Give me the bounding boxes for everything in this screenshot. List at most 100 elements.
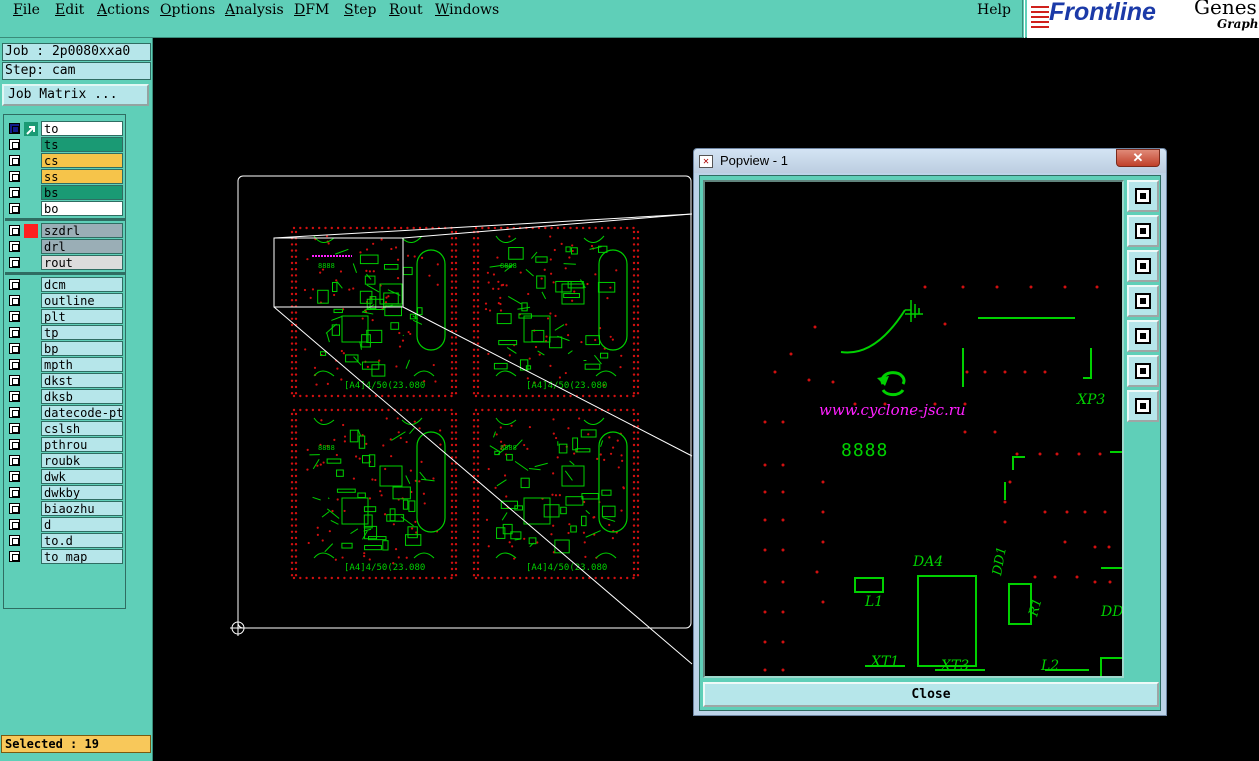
- work-layer-arrow-icon: [24, 122, 38, 136]
- layer-checkbox[interactable]: [9, 423, 20, 434]
- menu-actions[interactable]: Actions: [97, 2, 150, 18]
- layer-checkbox[interactable]: [9, 551, 20, 562]
- board-counter-label: 8888: [318, 444, 335, 452]
- layer-row-szdrl[interactable]: szdrl: [6, 223, 124, 238]
- pan-left-icon[interactable]: [1127, 285, 1159, 317]
- layer-row-d[interactable]: d: [6, 517, 124, 532]
- layer-checkbox[interactable]: [9, 535, 20, 546]
- layer-row-dwkby[interactable]: dwkby: [6, 485, 124, 500]
- layer-checkbox[interactable]: [9, 257, 20, 268]
- layer-row-cslsh[interactable]: cslsh: [6, 421, 124, 436]
- layer-row-rout[interactable]: rout: [6, 255, 124, 270]
- close-button[interactable]: Close: [703, 682, 1159, 707]
- popview-titlebar[interactable]: ✕ Popview - 1 ✕: [694, 149, 1166, 173]
- layer-row-to.d[interactable]: to.d: [6, 533, 124, 548]
- board-label: [A4]4/50(23.080: [526, 563, 607, 573]
- layer-checkbox[interactable]: [9, 123, 20, 134]
- layer-checkbox[interactable]: [9, 311, 20, 322]
- layer-name: mpth: [41, 357, 123, 372]
- popview-window: ✕ Popview - 1 ✕ www.cyclone-jsc.ru 8888 XP…: [693, 148, 1167, 716]
- layer-row-plt[interactable]: plt: [6, 309, 124, 324]
- layer-row-datecode-pto[interactable]: datecode-pto: [6, 405, 124, 420]
- menu-dfm[interactable]: DFM: [294, 2, 329, 18]
- layer-name: biaozhu: [41, 501, 123, 516]
- menu-rout[interactable]: Rout: [389, 2, 423, 18]
- menu-edit[interactable]: Edit: [55, 2, 84, 18]
- layer-name: to: [41, 121, 123, 136]
- layer-checkbox[interactable]: [9, 375, 20, 386]
- window-close-icon[interactable]: ✕: [1116, 149, 1160, 167]
- menu-options[interactable]: Options: [160, 2, 215, 18]
- layer-checkbox[interactable]: [9, 139, 20, 150]
- window-app-icon: ✕: [699, 155, 713, 168]
- popview-zoom-view[interactable]: www.cyclone-jsc.ru 8888 XP3 DA4 DD1 L1 R1 DD XT1…: [703, 180, 1124, 678]
- layer-row-dkst[interactable]: dkst: [6, 373, 124, 388]
- layer-checkbox[interactable]: [9, 295, 20, 306]
- layer-checkbox[interactable]: [9, 155, 20, 166]
- menu-file[interactable]: File: [13, 2, 40, 18]
- layer-row-biaozhu[interactable]: biaozhu: [6, 501, 124, 516]
- pan-down-icon[interactable]: [1127, 250, 1159, 282]
- layer-row-bo[interactable]: bo: [6, 201, 124, 216]
- layer-checkbox[interactable]: [9, 279, 20, 290]
- layer-checkbox[interactable]: [9, 439, 20, 450]
- layer-checkbox[interactable]: [9, 455, 20, 466]
- layer-row-cs[interactable]: cs: [6, 153, 124, 168]
- layer-name: rout: [41, 255, 123, 270]
- pan-up-icon[interactable]: [1127, 215, 1159, 247]
- layer-row-mpth[interactable]: mpth: [6, 357, 124, 372]
- layer-checkbox[interactable]: [9, 471, 20, 482]
- layer-checkbox[interactable]: [9, 343, 20, 354]
- layer-row-dwk[interactable]: dwk: [6, 469, 124, 484]
- layer-row-dksb[interactable]: dksb: [6, 389, 124, 404]
- bottom-strip: [0, 757, 360, 761]
- layer-row-drl[interactable]: drl: [6, 239, 124, 254]
- layer-row-to_map[interactable]: to_map: [6, 549, 124, 564]
- zoom-out-icon[interactable]: [1127, 390, 1159, 422]
- layer-checkbox[interactable]: [9, 487, 20, 498]
- url-label: www.cyclone-jsc.ru: [819, 401, 966, 419]
- layer-row-to[interactable]: to: [6, 121, 124, 136]
- layer-checkbox[interactable]: [9, 519, 20, 530]
- layer-row-tp[interactable]: tp: [6, 325, 124, 340]
- layer-name: dksb: [41, 389, 123, 404]
- layer-checkbox[interactable]: [9, 225, 20, 236]
- layer-checkbox[interactable]: [9, 171, 20, 182]
- menu-help[interactable]: Help: [977, 2, 1011, 18]
- layer-checkbox[interactable]: [9, 407, 20, 418]
- zoom-fit-icon[interactable]: [1127, 180, 1159, 212]
- job-matrix-button[interactable]: Job Matrix ...: [2, 84, 149, 106]
- layer-row-ts[interactable]: ts: [6, 137, 124, 152]
- layer-row-outline[interactable]: outline: [6, 293, 124, 308]
- pan-right-icon[interactable]: [1127, 320, 1159, 352]
- layer-name: bs: [41, 185, 123, 200]
- layer-checkbox[interactable]: [9, 391, 20, 402]
- layer-row-roubk[interactable]: roubk: [6, 453, 124, 468]
- layer-checkbox[interactable]: [9, 203, 20, 214]
- label-dd: DD: [1100, 604, 1123, 620]
- popview-body: www.cyclone-jsc.ru 8888 XP3 DA4 DD1 L1 R1 DD XT1…: [699, 175, 1161, 711]
- layer-group-separator: [5, 218, 126, 221]
- pcb-board: [A4]4/50(23.080 8888: [472, 408, 640, 580]
- layer-name: cslsh: [41, 421, 123, 436]
- menu-windows[interactable]: Windows: [435, 2, 499, 18]
- popview-toolbar: [1127, 180, 1159, 424]
- menu-analysis[interactable]: Analysis: [225, 2, 284, 18]
- layer-name: roubk: [41, 453, 123, 468]
- layer-checkbox[interactable]: [9, 503, 20, 514]
- layer-row-ss[interactable]: ss: [6, 169, 124, 184]
- layer-row-dcm[interactable]: dcm: [6, 277, 124, 292]
- pcb-board: [A4]4/50(23.080 8888: [290, 226, 458, 398]
- menu-step[interactable]: Step: [344, 2, 376, 18]
- layer-row-bp[interactable]: bp: [6, 341, 124, 356]
- label-l2: L2: [1040, 658, 1059, 674]
- layer-name: d: [41, 517, 123, 532]
- layer-row-bs[interactable]: bs: [6, 185, 124, 200]
- layer-checkbox[interactable]: [9, 241, 20, 252]
- counter-label: 8888: [841, 440, 888, 461]
- layer-checkbox[interactable]: [9, 187, 20, 198]
- layer-row-pthrou[interactable]: pthrou: [6, 437, 124, 452]
- layer-checkbox[interactable]: [9, 327, 20, 338]
- zoom-in-icon[interactable]: [1127, 355, 1159, 387]
- layer-checkbox[interactable]: [9, 359, 20, 370]
